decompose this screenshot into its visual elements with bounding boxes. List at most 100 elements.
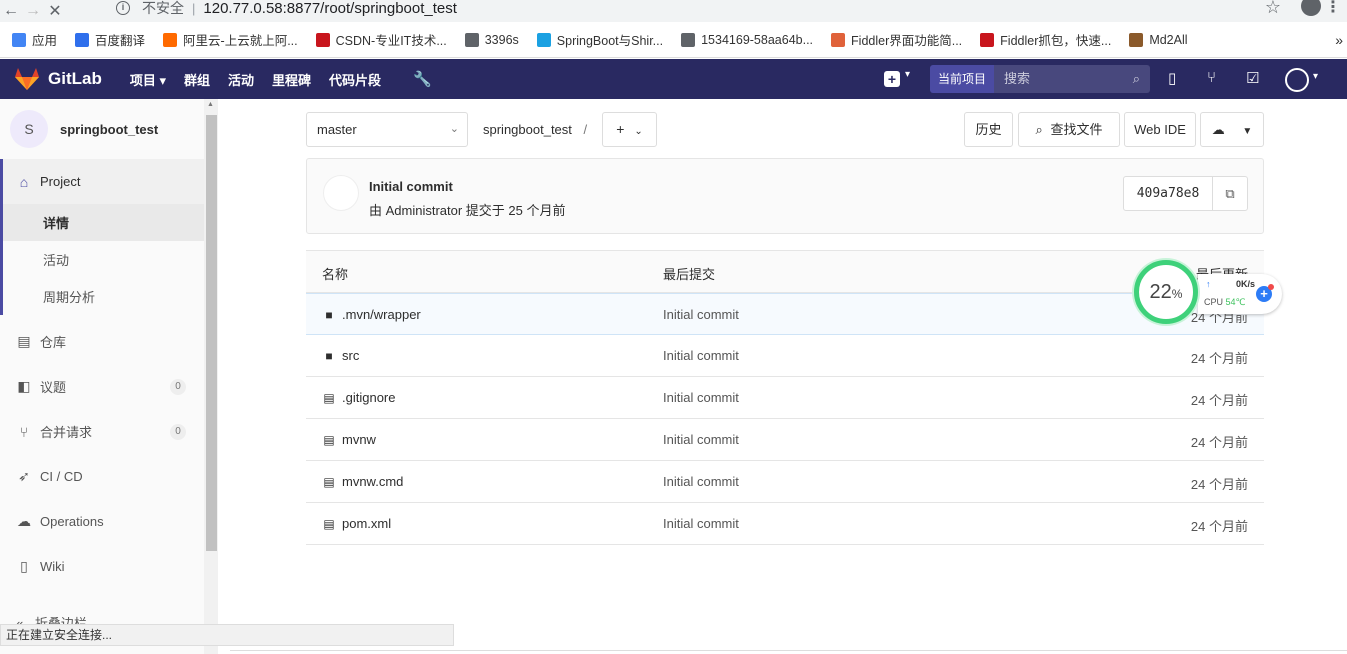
bookmark-item[interactable]: 百度翻译 <box>75 30 145 49</box>
sidebar-item-label: Operations <box>40 514 104 529</box>
gitlab-logo[interactable]: GitLab <box>14 67 102 91</box>
sidebar-item-label: CI / CD <box>40 469 83 484</box>
sidebar-item-label: Wiki <box>40 559 65 574</box>
nav-groups[interactable]: 群组 <box>184 70 210 89</box>
todos-nav-icon[interactable]: ☑ <box>1246 69 1259 87</box>
sidebar-item-label: 仓库 <box>40 335 67 350</box>
table-row[interactable]: ▤ mvnw Initial commit 24 个月前 <box>306 419 1264 461</box>
branch-selector[interactable]: master ⌄ <box>306 112 468 147</box>
add-to-tree-button[interactable]: + ⌄ <box>602 112 657 147</box>
bookmark-item[interactable]: 阿里云-上云就上阿... <box>163 30 298 49</box>
scrollbar-thumb[interactable] <box>206 115 217 551</box>
caret-down-icon: ▼ <box>1242 126 1253 137</box>
more-bookmarks-icon[interactable]: » <box>1335 32 1343 48</box>
sidebar-sub-activity[interactable]: 活动 <box>0 241 204 278</box>
table-row[interactable]: ■ src Initial commit 24 个月前 <box>306 335 1264 377</box>
commit-author-avatar[interactable] <box>323 175 359 211</box>
admin-wrench-icon[interactable]: 🔧 <box>413 70 432 88</box>
search-placeholder: 搜索 <box>1004 71 1031 86</box>
sidebar-project-header[interactable]: S springboot_test <box>0 99 217 159</box>
browser-menu-icon[interactable]: ⋮ <box>1325 0 1341 17</box>
nav-projects[interactable]: 项目 ▾ <box>130 70 166 89</box>
bookmark-item[interactable]: Fiddler界面功能简... <box>831 30 962 49</box>
address-bar[interactable]: i 不安全 | 120.77.0.58:8877/root/springboot… <box>108 0 1288 20</box>
sidebar-sub-cycle-analytics[interactable]: 周期分析 <box>0 278 204 315</box>
last-commit-cell[interactable]: Initial commit <box>663 474 739 489</box>
last-commit-cell[interactable]: Initial commit <box>663 307 739 322</box>
browser-toolbar: ← → ✕ i 不安全 | 120.77.0.58:8877/root/spri… <box>0 0 1347 22</box>
sidebar-item-ci-cd[interactable]: ➶ CI / CD <box>0 454 204 499</box>
merge-request-icon: ⑂ <box>19 423 29 440</box>
chevron-down-icon[interactable]: ▾ <box>905 69 910 80</box>
sidebar-item-issues[interactable]: ◧ 议题 0 <box>0 364 204 409</box>
file-name-cell[interactable]: ▤ pom.xml <box>322 516 391 531</box>
bookmark-favicon-icon <box>163 32 178 47</box>
bookmark-item[interactable]: 3396s <box>464 32 519 47</box>
bookmark-item[interactable]: Fiddler抓包，快速... <box>980 30 1111 49</box>
table-row[interactable]: ▤ mvnw.cmd Initial commit 24 个月前 <box>306 461 1264 503</box>
divider <box>230 650 1347 651</box>
nav-milestones[interactable]: 里程碑 <box>272 70 311 89</box>
new-item-icon[interactable]: + <box>884 71 900 87</box>
file-name-cell[interactable]: ▤ .gitignore <box>322 390 395 405</box>
clone-download-button[interactable]: ☁ ▼ <box>1200 112 1264 147</box>
table-row[interactable]: ▤ .gitignore Initial commit 24 个月前 <box>306 377 1264 419</box>
bookmark-favicon-icon <box>831 32 846 47</box>
bookmark-star-icon[interactable]: ☆ <box>1265 0 1281 18</box>
back-icon[interactable]: ← <box>0 2 22 20</box>
home-icon: ⌂ <box>19 173 29 190</box>
bookmark-favicon-icon <box>315 32 330 47</box>
find-file-button[interactable]: ⌕ 查找文件 <box>1018 112 1120 147</box>
web-ide-button[interactable]: Web IDE <box>1124 112 1196 147</box>
sidebar-item-operations[interactable]: ☁ Operations <box>0 499 204 544</box>
table-row[interactable]: ▤ pom.xml Initial commit 24 个月前 <box>306 503 1264 545</box>
user-menu-chevron-icon[interactable]: ▾ <box>1313 71 1318 82</box>
sidebar-sub-details[interactable]: 详情 <box>0 204 204 241</box>
merge-requests-nav-icon[interactable]: ⑂ <box>1207 69 1216 86</box>
last-commit-cell[interactable]: Initial commit <box>663 432 739 447</box>
bookmark-item[interactable]: SpringBoot与Shir... <box>536 30 663 49</box>
commit-sha[interactable]: 409a78e8 <box>1123 176 1213 211</box>
search-input[interactable]: 搜索 ⌕ <box>994 65 1150 93</box>
file-icon: ▤ <box>323 433 335 447</box>
file-name-cell[interactable]: ■ src <box>322 348 359 363</box>
sidebar-scrollbar[interactable]: ▲ <box>204 99 218 654</box>
bookmark-item[interactable]: Md2All <box>1129 32 1188 47</box>
last-commit-cell[interactable]: Initial commit <box>663 348 739 363</box>
last-update-cell: 24 个月前 <box>1190 351 1248 366</box>
file-name-cell[interactable]: ■ .mvn/wrapper <box>322 307 420 322</box>
bookmark-item[interactable]: 应用 <box>12 30 57 49</box>
last-update-cell: 24 个月前 <box>1190 435 1248 450</box>
search-scope[interactable]: 当前项目 <box>930 65 994 93</box>
nav-activity[interactable]: 活动 <box>228 70 254 89</box>
bookmark-item[interactable]: 1534169-58aa64b... <box>681 32 813 47</box>
file-name-cell[interactable]: ▤ mvnw.cmd <box>322 474 403 489</box>
profile-icon[interactable] <box>1301 0 1321 16</box>
system-monitor-widget[interactable]: ↑ 0K/s CPU 54℃ + 22% <box>1134 260 1286 324</box>
bookmark-favicon-icon <box>75 32 90 47</box>
last-commit-cell[interactable]: Initial commit <box>663 516 739 531</box>
info-icon[interactable]: i <box>116 1 130 15</box>
last-commit-cell[interactable]: Initial commit <box>663 390 739 405</box>
history-button[interactable]: 历史 <box>964 112 1013 147</box>
issues-nav-icon[interactable]: ▯ <box>1168 69 1176 87</box>
sidebar-item-wiki[interactable]: ▯ Wiki <box>0 544 204 589</box>
scroll-up-arrow-icon[interactable]: ▲ <box>207 101 214 108</box>
chevron-down-icon: ⌄ <box>449 123 459 135</box>
table-row[interactable]: ■ .mvn/wrapper Initial commit 24 个月前 <box>306 293 1264 335</box>
file-name-cell[interactable]: ▤ mvnw <box>322 432 376 447</box>
bookmark-item[interactable]: CSDN-专业IT技术... <box>315 30 447 49</box>
sidebar-item-merge-requests[interactable]: ⑂ 合并请求 0 <box>0 409 204 454</box>
sidebar-item-project[interactable]: ⌂ Project <box>0 159 204 204</box>
user-avatar[interactable] <box>1285 68 1309 92</box>
copy-sha-button[interactable]: ⧉ <box>1212 176 1248 211</box>
last-update-cell: 24 个月前 <box>1190 477 1248 492</box>
search-icon: ⌕ <box>1132 71 1140 86</box>
reload-stop-icon[interactable]: ✕ <box>44 1 66 21</box>
nav-snippets[interactable]: 代码片段 <box>329 70 381 89</box>
breadcrumb-project[interactable]: springboot_test <box>483 122 572 137</box>
commit-title[interactable]: Initial commit <box>369 179 453 194</box>
sidebar-item-repository[interactable]: ▤ 仓库 <box>0 319 204 364</box>
forward-icon[interactable]: → <box>22 2 44 20</box>
url-text[interactable]: 120.77.0.58:8877/root/springboot_test <box>203 0 457 17</box>
